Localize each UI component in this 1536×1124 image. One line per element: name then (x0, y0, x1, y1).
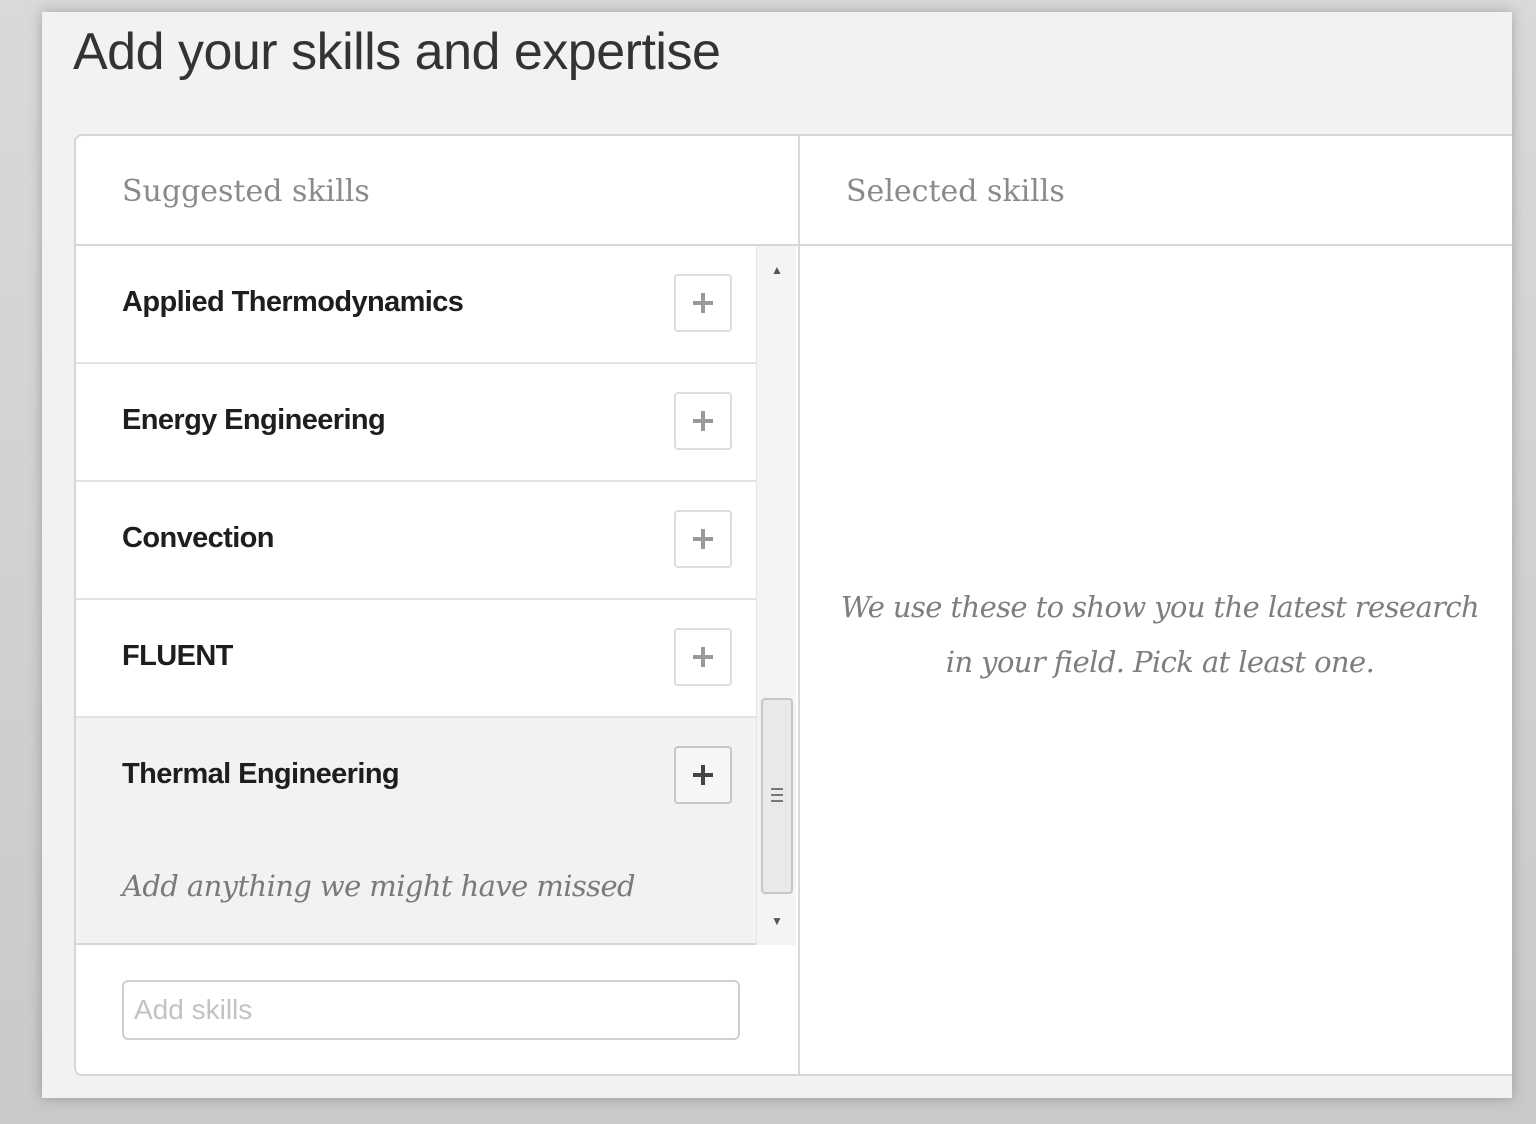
suggested-skills-title: Suggested skills (122, 174, 370, 209)
add-skill-input-area (76, 948, 798, 1074)
grip-icon (771, 788, 783, 802)
skill-name: FLUENT (122, 640, 233, 672)
selected-skills-title: Selected skills (846, 174, 1065, 209)
plus-icon (693, 647, 713, 667)
skill-name: Convection (122, 522, 275, 554)
skills-page: Add your skills and expertise Suggested … (42, 12, 1512, 1098)
suggested-skill-row-hovered[interactable]: Thermal Engineering (76, 718, 756, 836)
suggested-skill-row[interactable]: Applied Thermodynamics (76, 246, 756, 364)
plus-icon (693, 765, 713, 785)
suggested-skills-list: Applied Thermodynamics Energy Engineerin… (76, 246, 756, 836)
suggested-skill-row[interactable]: Convection (76, 482, 756, 600)
add-skill-button[interactable] (674, 392, 732, 450)
skill-name: Thermal Engineering (122, 758, 400, 790)
suggested-skill-row[interactable]: FLUENT (76, 600, 756, 718)
skill-name: Applied Thermodynamics (122, 286, 464, 318)
arrow-down-icon[interactable]: ▼ (757, 903, 797, 939)
add-skill-button[interactable] (674, 510, 732, 568)
plus-icon (693, 529, 713, 549)
skill-name: Energy Engineering (122, 404, 386, 436)
plus-icon (693, 411, 713, 431)
scrollbar-thumb[interactable] (761, 698, 793, 894)
suggested-skills-header: Suggested skills (76, 136, 798, 246)
add-skills-input[interactable] (122, 980, 740, 1040)
page-title: Add your skills and expertise (73, 23, 721, 81)
add-skill-button[interactable] (674, 274, 732, 332)
add-missed-skill-text: Add anything we might have missed (122, 869, 636, 903)
suggested-skill-row[interactable]: Energy Engineering (76, 364, 756, 482)
skills-panel: Suggested skills Applied Thermodynamics … (74, 134, 1512, 1076)
suggested-skills-scroll-area[interactable]: Applied Thermodynamics Energy Engineerin… (76, 246, 798, 946)
suggested-skills-column: Suggested skills Applied Thermodynamics … (76, 136, 800, 1074)
add-skill-button[interactable] (674, 746, 732, 804)
suggested-skills-scrollbar[interactable]: ▲ ▼ (756, 246, 796, 945)
plus-icon (693, 293, 713, 313)
arrow-up-icon[interactable]: ▲ (757, 252, 797, 288)
selected-skills-empty-message: We use these to show you the latest rese… (840, 590, 1480, 679)
selected-skills-column: Selected skills We use these to show you… (800, 136, 1512, 1074)
add-skill-button[interactable] (674, 628, 732, 686)
add-missed-skill-row: Add anything we might have missed (76, 831, 756, 945)
selected-skills-header: Selected skills (800, 136, 1512, 246)
